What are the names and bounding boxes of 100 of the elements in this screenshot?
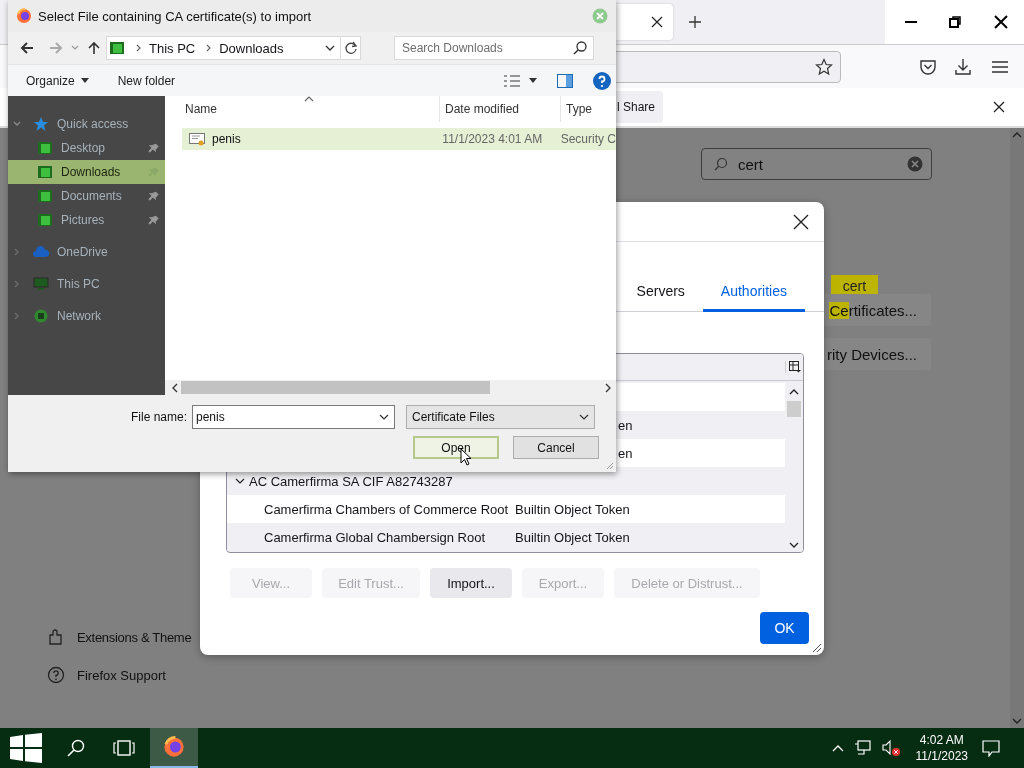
ok-button[interactable]: OK (760, 612, 809, 644)
menu-icon[interactable] (991, 59, 1009, 74)
table-cell-text: 11/1/2023 4:01 AM (442, 132, 544, 146)
taskbar-app-button[interactable] (150, 728, 198, 768)
file-name-input[interactable]: penis (193, 409, 379, 425)
search-field[interactable]: Search Downloads (394, 36, 594, 60)
table-cell-text: Builtin Object Token (515, 501, 631, 517)
collapse-icon[interactable] (235, 476, 245, 486)
close-icon[interactable] (651, 16, 663, 28)
column-header[interactable]: Name (165, 96, 440, 122)
tab[interactable]: Authorities (702, 283, 805, 312)
back-icon[interactable] (20, 42, 34, 54)
table-cell: Security C (560, 132, 616, 146)
restore-icon[interactable] (949, 16, 962, 28)
pin-icon[interactable] (147, 142, 159, 154)
breadcrumb[interactable]: This PC (149, 40, 196, 56)
close-icon[interactable] (993, 15, 1008, 29)
task-view-icon (113, 740, 135, 756)
new-folder-button[interactable]: New folder (109, 69, 184, 92)
computer-icon (33, 276, 49, 292)
caret-icon[interactable] (529, 78, 537, 83)
file-row[interactable]: penis 11/1/2023 4:01 AM Security C (182, 128, 616, 150)
network-icon (33, 308, 49, 324)
address-bar[interactable]: This PC Downloads (106, 36, 341, 60)
view-options-icon[interactable] (503, 73, 521, 88)
nav-item[interactable]: Pictures (8, 208, 165, 232)
file-type-dropdown[interactable]: Certificate Files (406, 405, 595, 429)
sidebar-link[interactable]: Firefox Support (77, 667, 166, 683)
column-header[interactable]: Type (561, 96, 592, 122)
scrollbar-thumb[interactable] (787, 401, 801, 417)
sort-icon (304, 96, 314, 102)
nav-item[interactable]: Desktop (8, 136, 165, 160)
plus-icon[interactable] (688, 15, 702, 29)
help-icon[interactable] (593, 71, 611, 90)
scroll-up-icon[interactable] (789, 389, 799, 395)
preview-pane-icon[interactable] (557, 73, 573, 88)
dropdown-icon (579, 414, 589, 420)
caret-icon (80, 78, 89, 83)
cancel-button[interactable]: Cancel (513, 436, 599, 459)
nav-item[interactable]: Quick access (8, 112, 165, 136)
nav-item[interactable]: Network (8, 304, 165, 328)
search-input[interactable]: Search Downloads (395, 40, 573, 56)
open-button[interactable]: Open (413, 436, 499, 459)
scroll-right-icon[interactable] (605, 382, 611, 393)
field-label: File name: (129, 410, 188, 424)
star-icon (33, 116, 49, 132)
refresh-button[interactable] (341, 36, 361, 60)
file-name-field[interactable]: penis (192, 405, 395, 429)
nav-item[interactable]: Downloads (8, 160, 165, 184)
table-cell-text: Camerfirma Global Chambersign Root (263, 529, 487, 545)
notifications-icon[interactable] (982, 739, 1000, 757)
close-icon[interactable] (793, 213, 809, 230)
scroll-left-icon[interactable] (172, 382, 178, 393)
windows-logo-icon (10, 733, 42, 763)
pin-icon[interactable] (147, 190, 159, 202)
tab[interactable]: Servers (618, 283, 703, 312)
puzzle-icon[interactable] (47, 628, 65, 646)
clear-icon[interactable] (907, 156, 923, 172)
nav-item[interactable]: This PC (8, 272, 165, 296)
resize-grip-icon[interactable] (606, 462, 614, 470)
search-field[interactable]: cert (701, 148, 932, 180)
up-icon[interactable] (88, 41, 100, 55)
download-icon[interactable] (954, 57, 972, 76)
search-value: cert (738, 155, 763, 173)
organize-button[interactable]: Organize (18, 69, 97, 92)
chevron-icon (136, 44, 142, 52)
pin-icon[interactable] (147, 214, 159, 226)
nav-item[interactable]: OneDrive (8, 240, 165, 264)
chevron-icon (206, 44, 213, 52)
certificate-file-icon (189, 131, 205, 147)
folder-icon (37, 140, 53, 156)
close-icon[interactable] (992, 100, 1006, 114)
breadcrumb[interactable]: Downloads (219, 40, 284, 56)
volume-muted-icon[interactable] (881, 739, 902, 757)
table-cell-text: Camerfirma Chambers of Commerce Root (263, 501, 510, 517)
nav-item[interactable]: Documents (8, 184, 165, 208)
resize-grip-icon[interactable] (812, 643, 822, 653)
table-cell: en (618, 417, 633, 433)
action-button[interactable]: Import... (430, 568, 512, 598)
window-title: Select File containing CA certificate(s) to import (38, 8, 312, 24)
column-picker-icon[interactable] (785, 361, 801, 373)
search-icon (67, 739, 85, 757)
search-highlight-tooltip: cert (831, 275, 878, 297)
column-header[interactable]: Date modified (440, 96, 561, 122)
clock-date[interactable]: 11/1/2023 (915, 748, 968, 764)
pocket-icon[interactable] (919, 58, 937, 75)
star-icon[interactable] (815, 57, 833, 76)
sidebar-link[interactable]: Extensions & Theme (77, 629, 192, 645)
network-icon[interactable] (853, 740, 872, 756)
folder-icon (109, 40, 125, 56)
scrollbar[interactable] (165, 380, 616, 395)
clock-time[interactable]: 4:02 AM (919, 732, 964, 748)
search-icon (714, 157, 728, 171)
dropdown-icon[interactable] (325, 45, 335, 51)
refresh-icon (343, 41, 358, 55)
help-icon[interactable] (47, 666, 65, 684)
scroll-down-icon[interactable] (789, 542, 799, 548)
table-cell-text: Builtin Object Token (515, 529, 631, 545)
tray-chevron-icon[interactable] (831, 744, 844, 752)
folder-icon (37, 164, 53, 180)
